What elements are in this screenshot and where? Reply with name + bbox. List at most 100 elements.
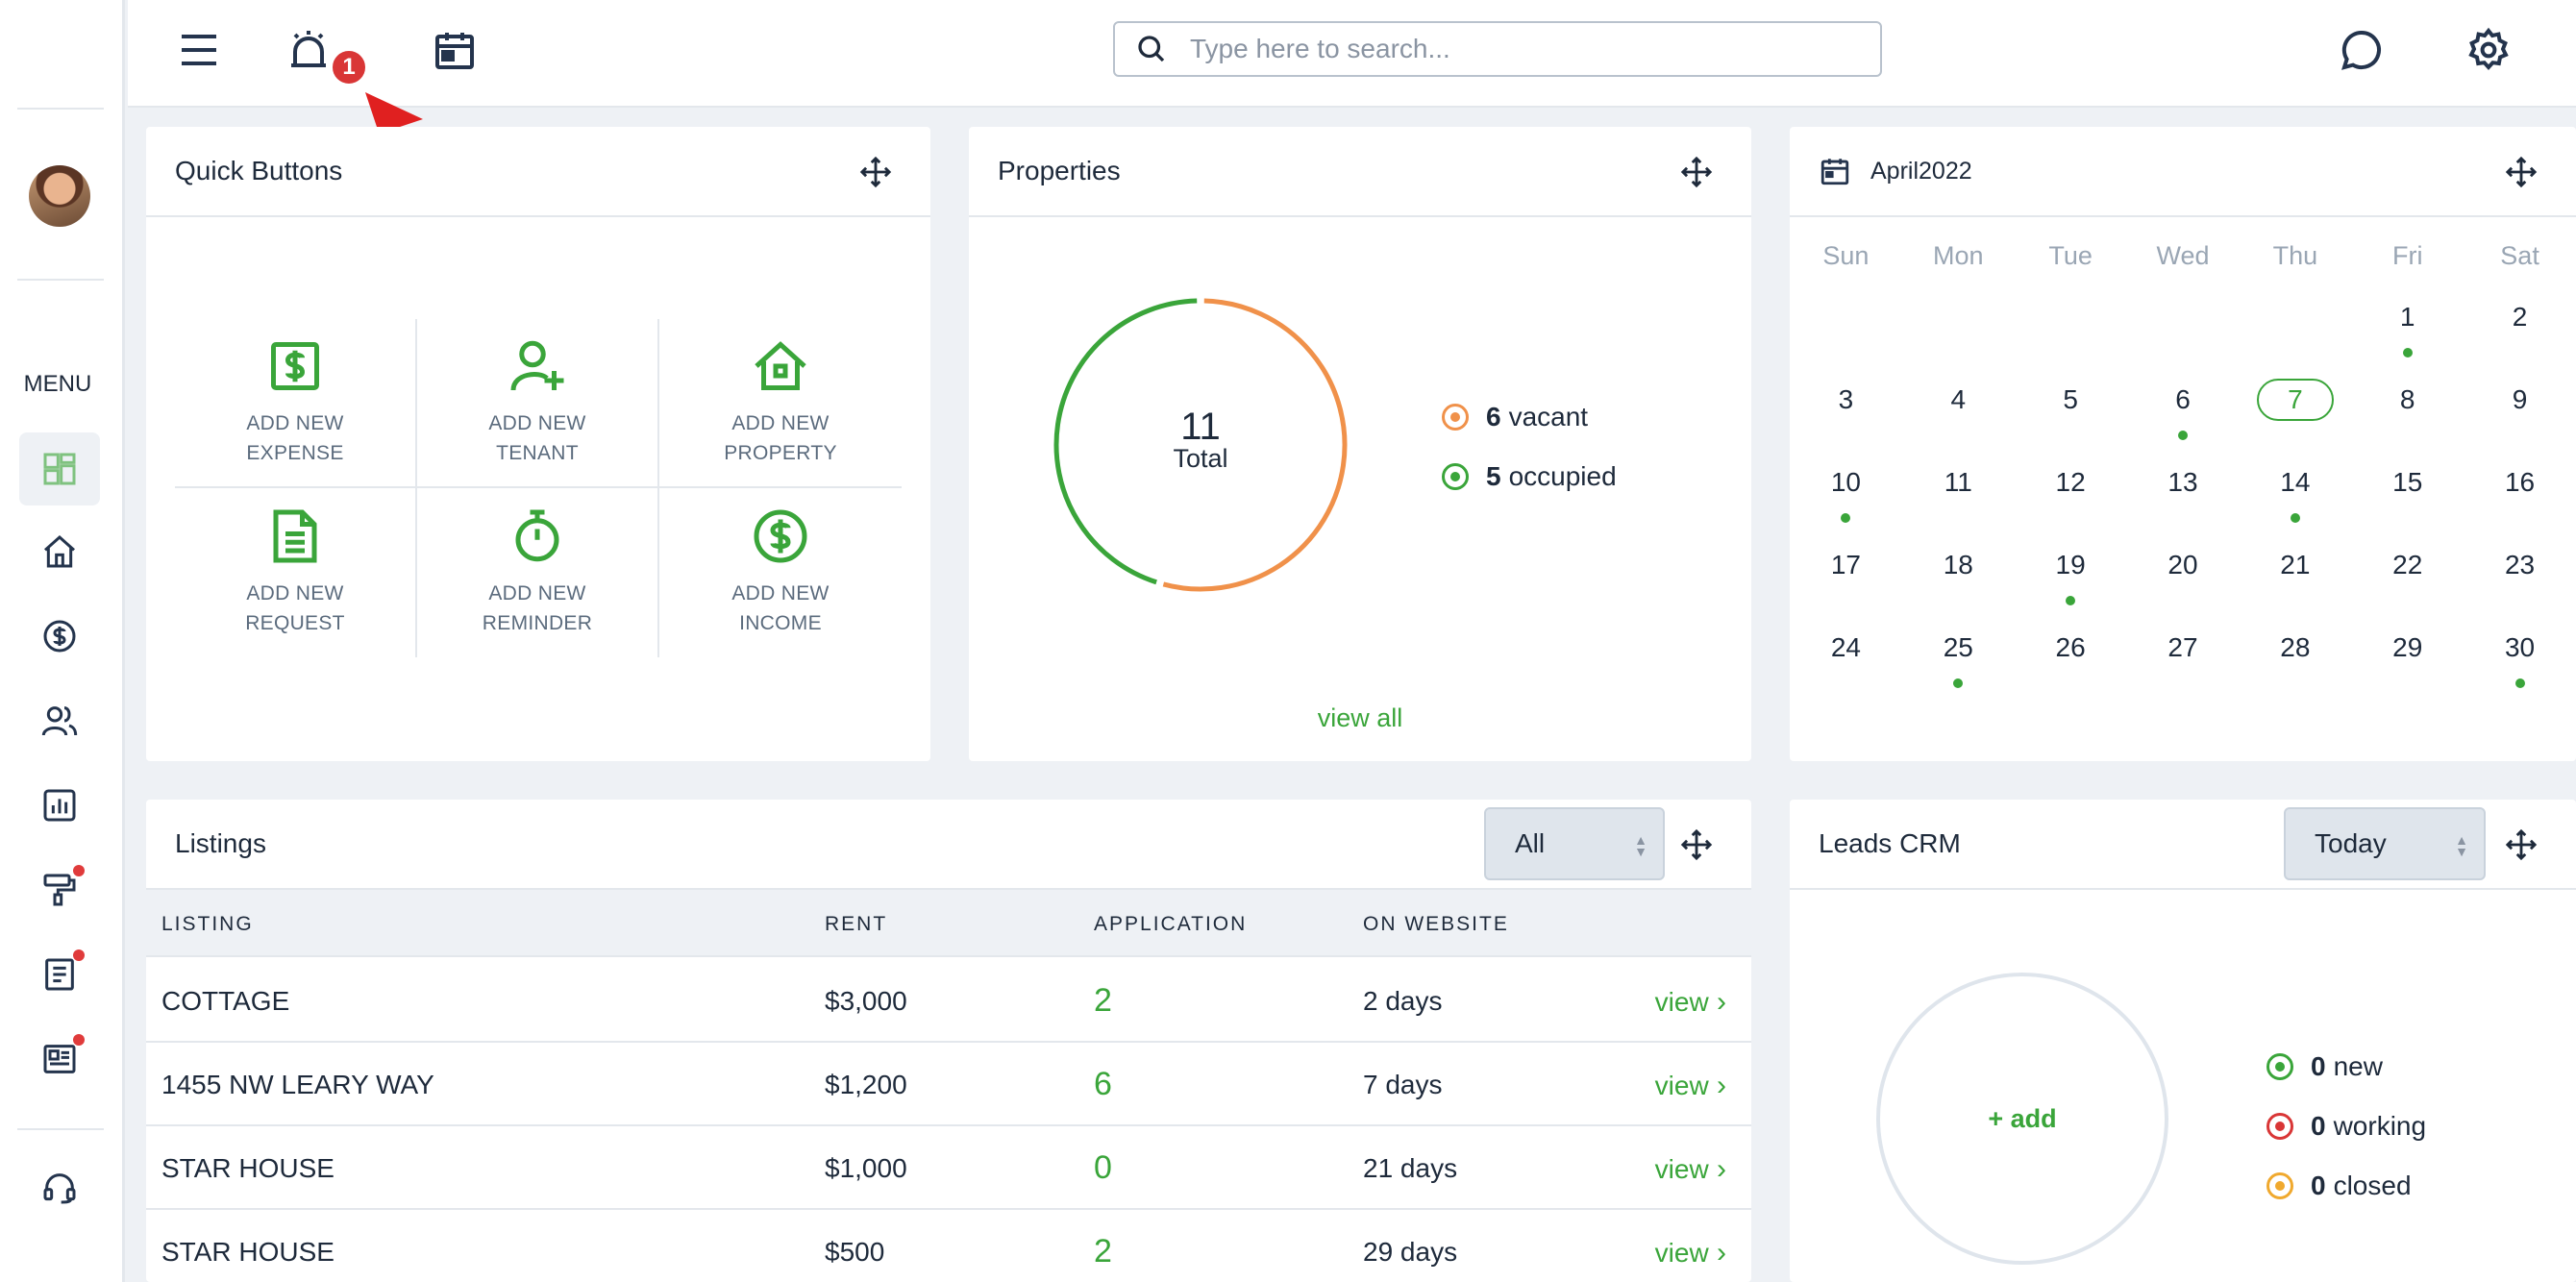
calendar-day[interactable]: 10 (1790, 459, 1902, 542)
calendar-button[interactable] (426, 21, 483, 79)
calendar-day-label: 10 (1830, 467, 1861, 497)
add-income-button[interactable]: ADD NEW INCOME (659, 488, 902, 657)
sidebar-divider (17, 108, 104, 110)
view-listing-link[interactable]: view › (1655, 1153, 1726, 1186)
notifications-button[interactable] (280, 21, 337, 79)
calendar-day[interactable]: 15 (2351, 459, 2464, 542)
table-row: COTTAGE $3,000 2 2 days view › (146, 959, 1751, 1043)
calendar-day[interactable]: 12 (2015, 459, 2127, 542)
calendar-day[interactable]: 28 (2239, 625, 2351, 707)
sidebar-item-dashboard[interactable] (19, 432, 100, 505)
sidebar-item-reports[interactable] (19, 769, 100, 842)
calendar-day[interactable]: 13 (2127, 459, 2240, 542)
add-request-button[interactable]: ADD NEW REQUEST (175, 488, 417, 657)
move-icon[interactable] (859, 156, 892, 188)
notification-dot (73, 949, 85, 961)
leads-crm-card: Leads CRM Today ▲ ▼ + add 0 new 0 working… (1790, 800, 2576, 1282)
calendar-day[interactable]: 3 (1790, 377, 1902, 459)
calendar-day[interactable]: 11 (1902, 459, 2015, 542)
card-title: Properties (998, 156, 1121, 185)
calendar-day[interactable]: 8 (2351, 377, 2464, 459)
expense-icon (271, 342, 319, 390)
calendar-day[interactable]: 30 (2464, 625, 2576, 707)
calendar-day-label: 28 (2280, 632, 2311, 662)
users-icon (41, 706, 78, 736)
chevron-right-icon: › (1708, 1153, 1726, 1185)
leads-filter-select[interactable]: Today ▲ ▼ (2284, 807, 2486, 880)
calendar-day[interactable]: 17 (1790, 542, 1902, 625)
sidebar-item-listings[interactable] (19, 1023, 100, 1096)
working-marker-icon (2266, 1113, 2293, 1140)
table-header: LISTING RENT APPLICATION ON WEBSITE (146, 890, 1751, 957)
calendar-day[interactable]: 24 (1790, 625, 1902, 707)
settings-button[interactable] (2460, 21, 2517, 79)
calendar-day[interactable]: 16 (2464, 459, 2576, 542)
new-count: 0 (2311, 1051, 2326, 1081)
calendar-day[interactable]: 27 (2127, 625, 2240, 707)
sidebar-item-finance[interactable] (19, 600, 100, 673)
calendar-day[interactable]: 18 (1902, 542, 2015, 625)
leads-filter-value: Today (2315, 828, 2387, 858)
listing-name: 1455 NW LEARY WAY (161, 1070, 434, 1099)
paint-roller-icon (43, 874, 76, 906)
calendar-day[interactable]: 19 (2015, 542, 2127, 625)
quick-buttons-card: Quick Buttons ADD NEW EXPENSE ADD NEW TE… (146, 127, 930, 761)
calendar-day-label: 22 (2392, 550, 2423, 579)
add-property-button[interactable]: ADD NEW PROPERTY (659, 319, 902, 488)
rent-value: $1,000 (825, 1153, 907, 1183)
vacant-label: vacant (1508, 402, 1589, 431)
sidebar-item-maintenance[interactable] (19, 853, 100, 926)
view-listing-link[interactable]: view › (1655, 1237, 1726, 1270)
sidebar-item-people[interactable] (19, 684, 100, 757)
calendar-day[interactable]: 20 (2127, 542, 2240, 625)
add-lead-button[interactable]: + add (1876, 973, 2168, 1265)
calendar-day[interactable]: 6 (2127, 377, 2240, 459)
search-input[interactable] (1190, 34, 1863, 64)
view-listing-link[interactable]: view › (1655, 986, 1726, 1019)
messages-button[interactable] (2333, 21, 2390, 79)
calendar-day[interactable]: 23 (2464, 542, 2576, 625)
calendar-day[interactable]: 14 (2239, 459, 2351, 542)
add-reminder-button[interactable]: ADD NEW REMINDER (417, 488, 659, 657)
avatar[interactable] (29, 165, 90, 227)
move-icon[interactable] (1680, 156, 1713, 188)
calendar-day[interactable]: 2 (2464, 294, 2576, 377)
calendar-day[interactable]: 5 (2015, 377, 2127, 459)
calendar-day-label: 20 (2167, 550, 2198, 579)
hamburger-menu-button[interactable] (170, 21, 228, 79)
view-listing-link[interactable]: view › (1655, 1070, 1726, 1102)
calendar-day[interactable]: 22 (2351, 542, 2464, 625)
newspaper-icon (43, 1045, 76, 1073)
calendar-week: 10 11 12 13 14 15 16 (1790, 459, 2576, 542)
calendar-day[interactable]: 29 (2351, 625, 2464, 707)
move-icon[interactable] (2505, 156, 2538, 188)
calendar-day[interactable]: 7 (2239, 377, 2351, 459)
calendar-day[interactable]: 26 (2015, 625, 2127, 707)
add-tenant-button[interactable]: ADD NEW TENANT (417, 319, 659, 488)
listings-filter-select[interactable]: All ▲ ▼ (1484, 807, 1665, 880)
calendar-day[interactable]: 4 (1902, 377, 2015, 459)
calendar-day[interactable]: 21 (2239, 542, 2351, 625)
calendar-grid: Sun Mon Tue Wed Thu Fri Sat 1 2 3 4 5 6 7 8 9 10 11 12 13 1… (1790, 217, 2576, 707)
request-icon (273, 509, 317, 563)
legend-occupied: 5 occupied (1442, 461, 1617, 492)
legend-vacant: 6 vacant (1442, 402, 1588, 432)
search-bar[interactable] (1113, 21, 1882, 77)
sidebar-item-properties[interactable] (19, 515, 100, 588)
view-all-link[interactable]: view all (969, 703, 1751, 733)
calendar-day[interactable]: 9 (2464, 377, 2576, 459)
menu-label: MENU (23, 371, 92, 397)
occupied-label: occupied (1508, 461, 1617, 491)
application-count: 2 (1094, 1233, 1112, 1270)
calendar-day[interactable]: 1 (2351, 294, 2464, 377)
sidebar-item-support[interactable] (19, 1151, 100, 1224)
move-icon[interactable] (1680, 828, 1713, 861)
sidebar-item-documents[interactable] (19, 938, 100, 1011)
move-icon[interactable] (2505, 828, 2538, 861)
calendar-month-title: April2022 (1870, 157, 1972, 185)
calendar-empty-cell (2239, 294, 2351, 377)
calendar-day[interactable]: 25 (1902, 625, 2015, 707)
quick-button-label: ADD NEW PROPERTY (724, 412, 837, 464)
calendar-day-label: 17 (1830, 550, 1861, 579)
add-expense-button[interactable]: ADD NEW EXPENSE (175, 319, 417, 488)
